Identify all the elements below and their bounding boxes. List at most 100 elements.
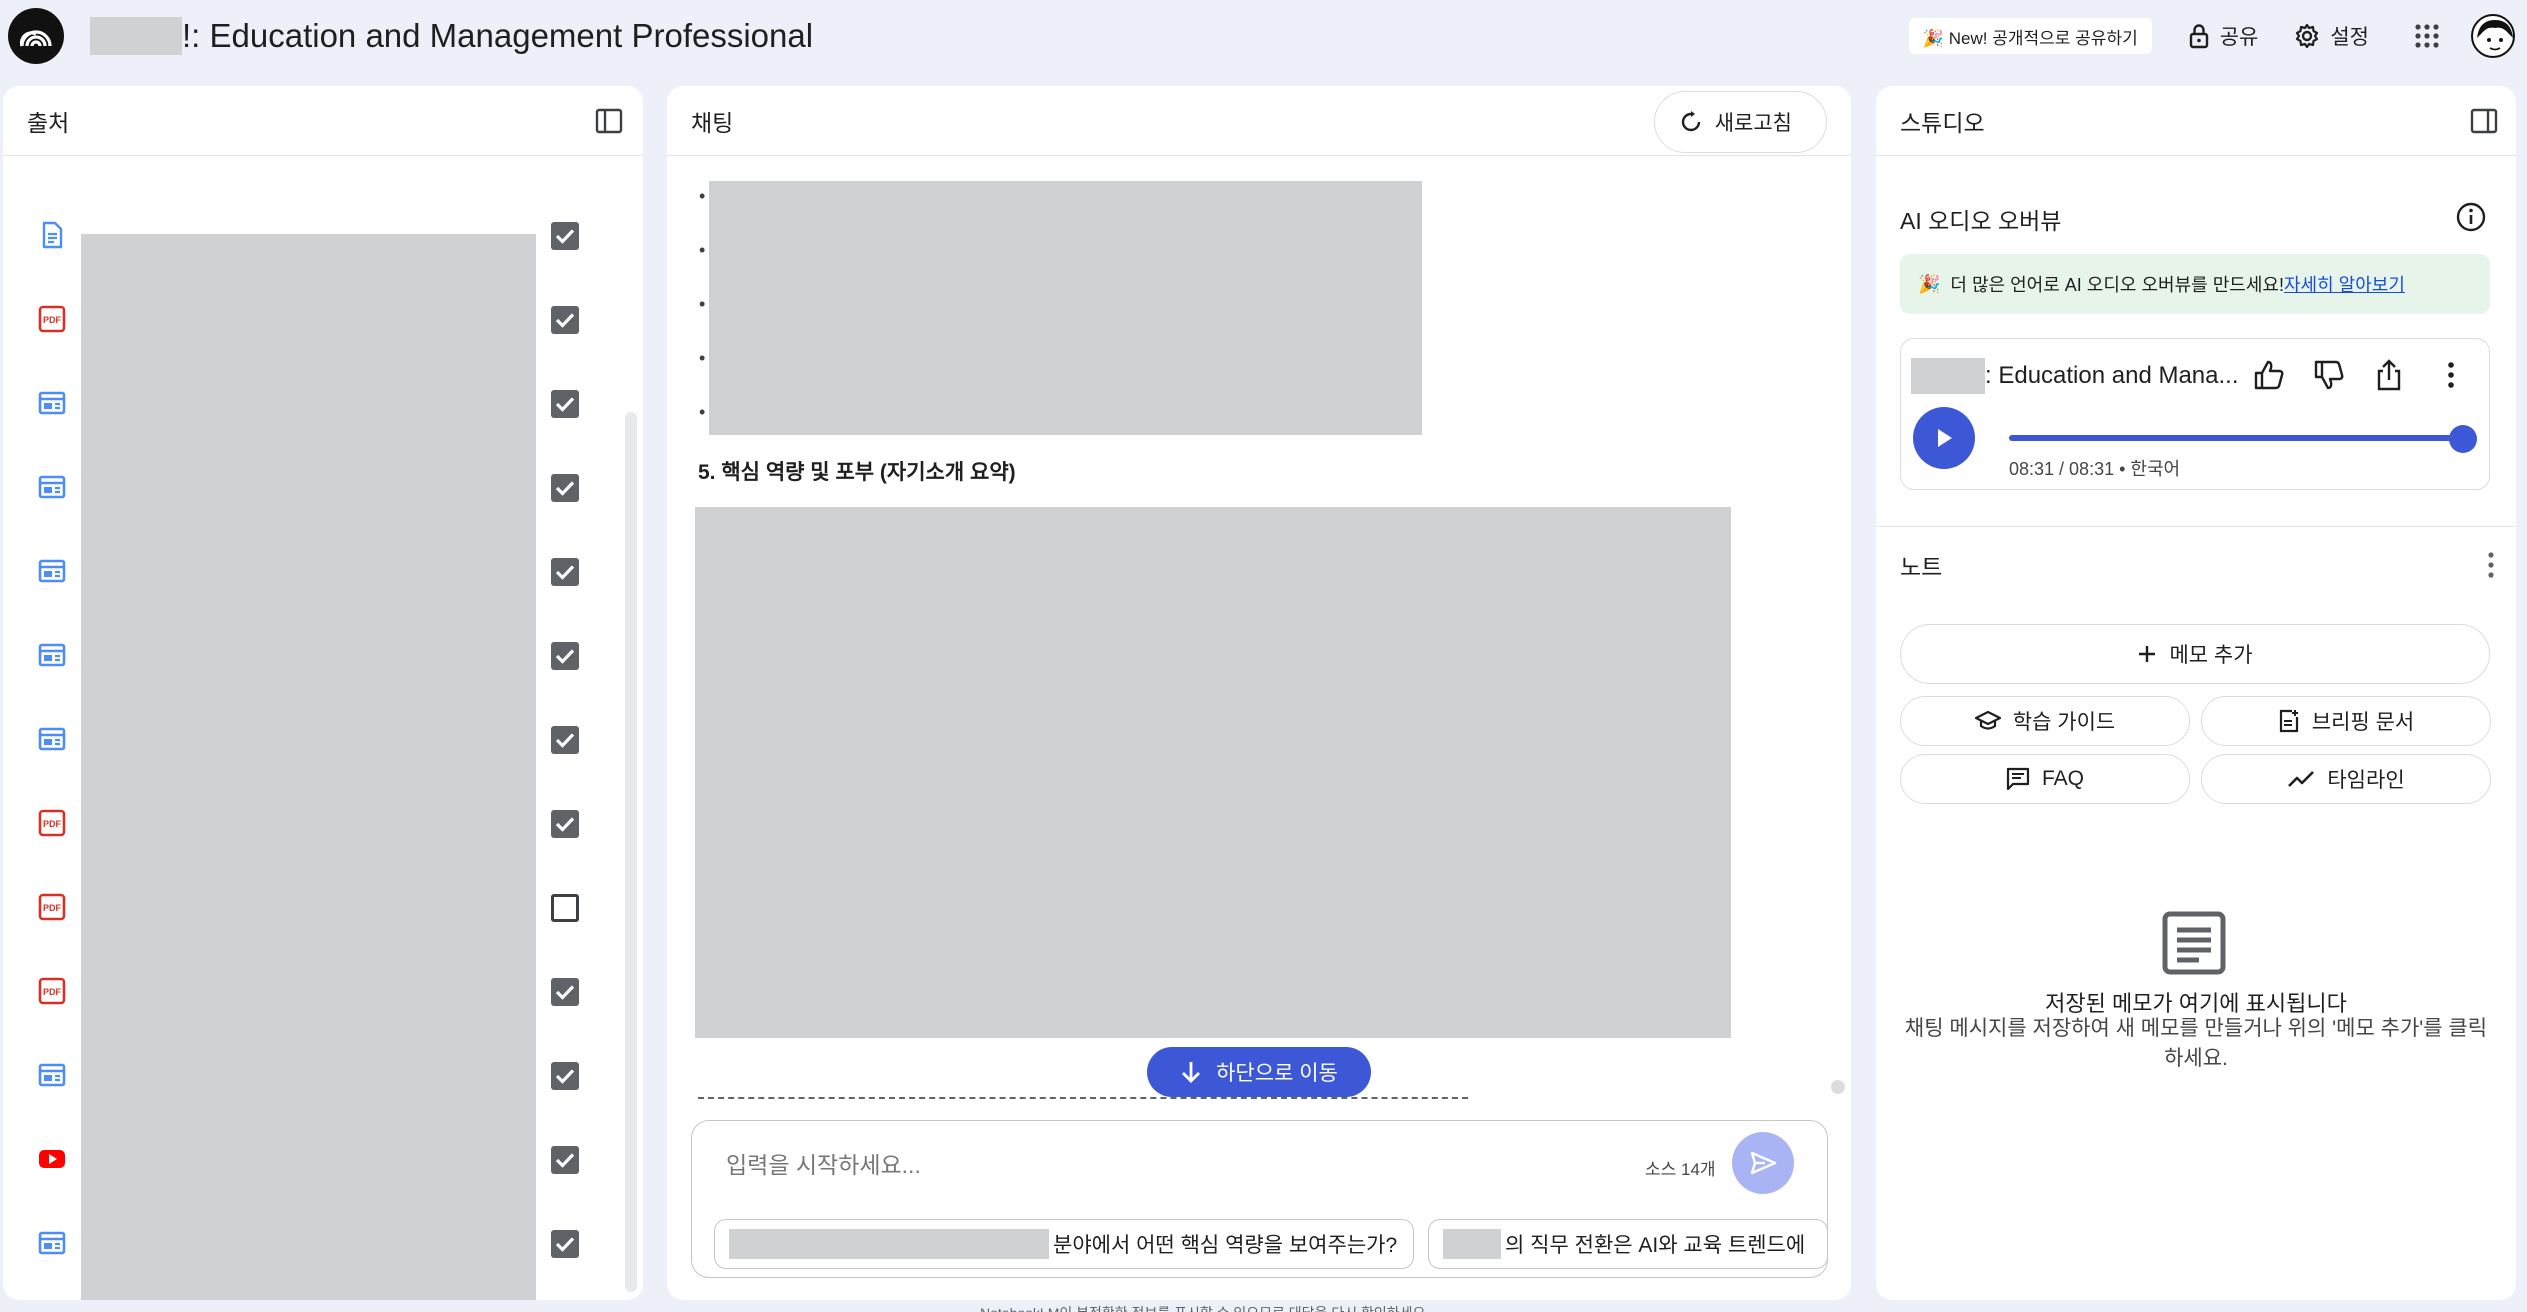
pdf-icon: PDF: [37, 304, 67, 334]
response-section-heading: 5. 핵심 역량 및 포부 (자기소개 요약): [698, 461, 1016, 484]
refresh-button[interactable]: 새로고침: [1653, 91, 1827, 153]
learn-more-link[interactable]: 자세히 알아보기: [2284, 275, 2405, 295]
source-checkbox-unchecked[interactable]: [551, 894, 579, 922]
list-bullet: •: [699, 348, 706, 368]
source-item[interactable]: [3, 1032, 603, 1116]
apps-grid-icon[interactable]: [2401, 10, 2453, 62]
source-checkbox-checked[interactable]: [551, 1062, 579, 1090]
source-checkbox-checked[interactable]: [551, 558, 579, 586]
study-guide-button[interactable]: 학습 가이드: [1900, 696, 2190, 746]
svg-text:PDF: PDF: [43, 819, 62, 829]
chat-input[interactable]: [726, 1145, 1526, 1185]
source-checkbox-checked[interactable]: [551, 222, 579, 250]
refresh-label: 새로고침: [1714, 112, 1792, 135]
play-icon: [1938, 429, 1952, 447]
dashed-divider: [698, 1097, 1468, 1099]
disclaimer-text: NotebookLM이 부정확한 정보를 표시할 수 있으므로 대답을 다시 확…: [980, 1303, 1429, 1312]
share-icon[interactable]: [2369, 355, 2409, 395]
graduation-cap-icon: [1974, 710, 2001, 730]
user-avatar[interactable]: [2471, 14, 2515, 58]
audio-progress-track[interactable]: [2009, 435, 2463, 441]
share-label: 공유: [2219, 26, 2259, 49]
redacted-block: [1911, 358, 1985, 394]
notes-title: 노트: [1900, 554, 1943, 580]
empty-notes-description: 채팅 메시지를 저장하여 새 메모를 만들거나 위의 '메모 추가'를 클릭하세…: [1904, 1017, 2488, 1070]
audio-overview-title: AI 오디오 오버뷰: [1900, 208, 2062, 234]
settings-label: 설정: [2330, 26, 2369, 49]
timeline-button[interactable]: 타임라인: [2201, 754, 2491, 804]
notebooklm-logo-icon[interactable]: [8, 8, 64, 64]
thumbs-up-icon[interactable]: [2249, 355, 2289, 395]
info-icon[interactable]: [2454, 200, 2488, 234]
chat-scrollbar[interactable]: [1831, 1080, 1845, 1094]
source-item[interactable]: PDF: [3, 948, 603, 1032]
chat-bubble-icon: [2006, 767, 2030, 791]
web-icon: [37, 556, 67, 586]
suggestion-chip[interactable]: 의 직무 전환은 AI와 교육 트렌드에: [1428, 1219, 1828, 1269]
collapse-panel-icon[interactable]: [2468, 105, 2500, 137]
settings-button[interactable]: 설정: [2276, 10, 2387, 62]
share-button[interactable]: 공유: [2170, 10, 2277, 62]
web-icon: [37, 640, 67, 670]
section-divider: [1876, 526, 2516, 527]
audio-progress-knob[interactable]: [2449, 425, 2477, 453]
scroll-to-bottom-button[interactable]: 하단으로 이동: [1147, 1047, 1371, 1097]
redacted-block: [729, 1229, 1049, 1259]
source-checkbox-checked[interactable]: [551, 978, 579, 1006]
source-item[interactable]: [3, 1200, 603, 1284]
list-bullet: •: [699, 186, 706, 206]
send-button[interactable]: [1732, 1132, 1794, 1194]
svg-text:PDF: PDF: [43, 315, 62, 325]
source-item[interactable]: [3, 444, 603, 528]
send-icon: [1750, 1151, 1777, 1175]
redacted-response-block: [709, 181, 1422, 435]
source-item[interactable]: PDF: [3, 864, 603, 948]
briefing-doc-button[interactable]: 브리핑 문서: [2201, 696, 2491, 746]
source-checkbox-checked[interactable]: [551, 390, 579, 418]
source-item[interactable]: [3, 528, 603, 612]
sources-scrollbar[interactable]: [625, 412, 637, 1292]
source-item[interactable]: PDF: [3, 780, 603, 864]
thumbs-down-icon[interactable]: [2309, 355, 2349, 395]
add-note-button[interactable]: 메모 추가: [1900, 624, 2490, 684]
source-checkbox-checked[interactable]: [551, 306, 579, 334]
source-checkbox-checked[interactable]: [551, 726, 579, 754]
refresh-icon: [1681, 111, 1700, 132]
source-item[interactable]: PDF: [3, 276, 603, 360]
note-document-icon: [2162, 911, 2226, 975]
source-item[interactable]: [3, 360, 603, 444]
list-bullet: •: [699, 240, 706, 260]
audio-languages-banner: 🎉 더 많은 언어로 AI 오디오 오버뷰를 만드세요!자세히 알아보기: [1900, 254, 2490, 314]
trending-icon: [2288, 771, 2315, 787]
source-item[interactable]: [3, 1116, 603, 1200]
source-item[interactable]: [3, 192, 603, 276]
web-icon: [37, 472, 67, 502]
timeline-label: 타임라인: [2327, 769, 2405, 792]
public-share-promo-button[interactable]: 🎉 New! 공개적으로 공유하기: [1908, 18, 2152, 54]
redacted-block: [1443, 1229, 1501, 1259]
source-checkbox-checked[interactable]: [551, 642, 579, 670]
suggestion-text: 분야에서 어떤 핵심 역량을 보여주는가?: [1053, 1234, 1398, 1257]
audio-overview-card: : Education and Mana... 08:31 / 08:31 • …: [1900, 338, 2490, 490]
banner-text: 더 많은 언어로 AI 오디오 오버뷰를 만드세요!: [1950, 275, 2284, 295]
source-checkbox-checked[interactable]: [551, 810, 579, 838]
source-item[interactable]: [3, 696, 603, 780]
play-button[interactable]: [1913, 407, 1975, 469]
source-checkbox-checked[interactable]: [551, 1230, 579, 1258]
lock-icon: [2189, 24, 2208, 49]
source-item[interactable]: [3, 612, 603, 696]
faq-button[interactable]: FAQ: [1900, 754, 2190, 804]
more-vert-icon[interactable]: [2431, 355, 2471, 395]
redacted-response-block: [695, 507, 1731, 1038]
source-checkbox-checked[interactable]: [551, 1146, 579, 1174]
chat-panel: 채팅 새로고침 • • • • • 5. 핵심 역량 및 포부 (자기소개 요약…: [667, 86, 1851, 1300]
notebook-title[interactable]: !: Education and Management Professional: [90, 14, 813, 58]
suggestion-chip[interactable]: 분야에서 어떤 핵심 역량을 보여주는가?: [714, 1219, 1414, 1269]
studio-panel: 스튜디오 AI 오디오 오버뷰 🎉 더 많은 언어로 AI 오디오 오버뷰를 만…: [1876, 86, 2516, 1300]
faq-label: FAQ: [2041, 767, 2084, 790]
collapse-panel-icon[interactable]: [593, 105, 625, 137]
chat-title: 채팅: [691, 109, 734, 136]
source-checkbox-checked[interactable]: [551, 474, 579, 502]
notes-more-vert-icon[interactable]: [2476, 548, 2506, 582]
notebook-title-text: !: Education and Management Professional: [182, 17, 814, 54]
